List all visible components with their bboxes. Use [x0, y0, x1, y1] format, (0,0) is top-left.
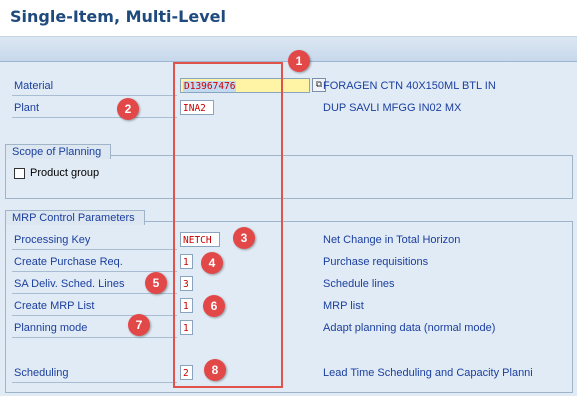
processing-key-underline — [12, 249, 177, 250]
annotation-badge-8: 8 — [204, 359, 226, 381]
material-label: Material — [14, 80, 54, 92]
processing-key-description: Net Change in Total Horizon — [323, 234, 461, 246]
scheduling-label: Scheduling — [14, 367, 69, 379]
create-pr-label: Create Purchase Req. — [14, 256, 123, 268]
processing-key-label: Processing Key — [14, 234, 91, 246]
planning-mode-label: Planning mode — [14, 322, 88, 334]
sa-deliv-description: Schedule lines — [323, 278, 395, 290]
planning-mode-underline — [12, 337, 177, 338]
annotation-badge-5: 5 — [145, 272, 167, 294]
plant-label-underline — [12, 117, 177, 118]
highlight-box — [173, 62, 283, 388]
create-pr-description: Purchase requisitions — [323, 256, 429, 268]
annotation-badge-7: 7 — [128, 314, 150, 336]
annotation-badge-3: 3 — [233, 227, 255, 249]
annotation-badge-6: 6 — [203, 295, 225, 317]
page-title: Single-Item, Multi-Level — [10, 7, 226, 26]
annotation-badge-4: 4 — [201, 252, 223, 274]
main-area: Material D13967476 ⧉ FORAGEN CTN 40X150M… — [0, 62, 577, 396]
sa-deliv-label: SA Deliv. Sched. Lines — [14, 278, 125, 290]
plant-description: DUP SAVLI MFGG IN02 MX — [323, 102, 462, 114]
create-mrp-list-description: MRP list — [323, 300, 364, 312]
mrp-control-title: MRP Control Parameters — [5, 210, 145, 225]
plant-label: Plant — [14, 102, 40, 114]
scheduling-description: Lead Time Scheduling and Capacity Planni — [323, 367, 533, 379]
product-group-label: Product group — [30, 167, 100, 179]
title-bar: Single-Item, Multi-Level — [0, 0, 577, 37]
create-mrp-list-underline — [12, 315, 177, 316]
create-mrp-list-label: Create MRP List — [14, 300, 95, 312]
product-group-checkbox[interactable] — [14, 168, 25, 179]
scheduling-underline — [12, 382, 177, 383]
material-description: FORAGEN CTN 40X150ML BTL IN — [323, 80, 496, 92]
planning-mode-description: Adapt planning data (normal mode) — [323, 322, 496, 334]
annotation-badge-1: 1 — [288, 50, 310, 72]
scope-of-planning-title: Scope of Planning — [5, 144, 111, 159]
material-label-underline — [12, 95, 177, 96]
annotation-badge-2: 2 — [117, 98, 139, 120]
